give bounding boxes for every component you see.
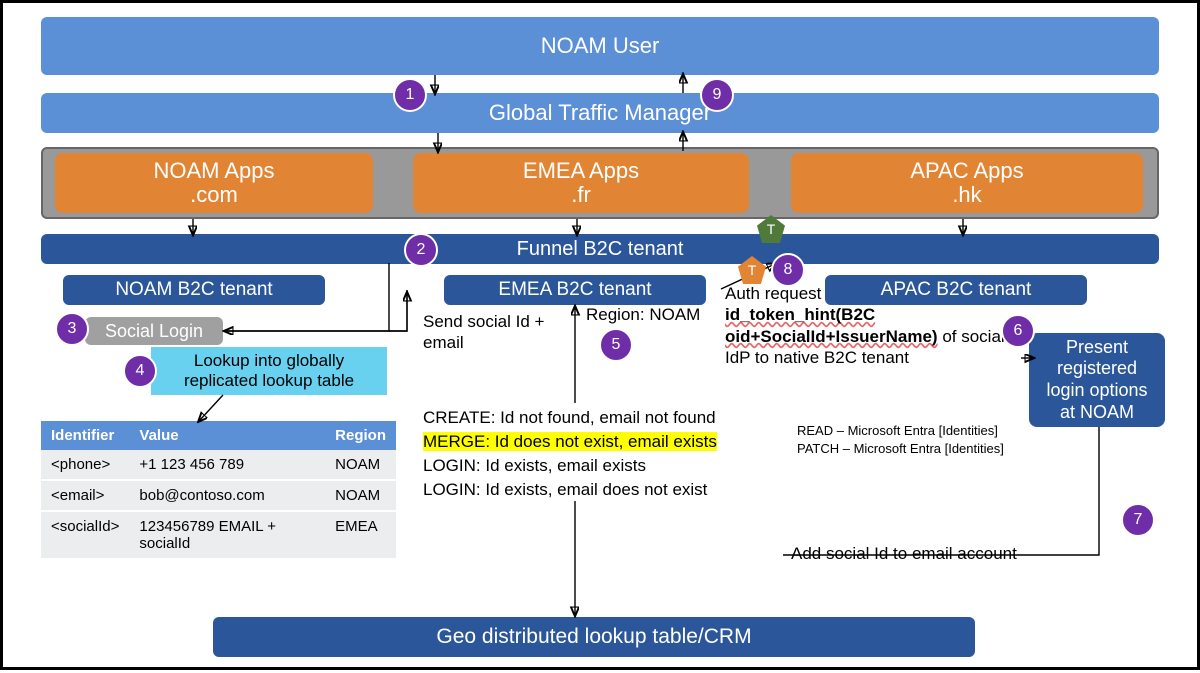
emea-apps: EMEA Apps .fr bbox=[413, 153, 749, 213]
logic-create: CREATE: Id not found, email not found bbox=[423, 407, 716, 428]
apac-apps: APAC Apps .hk bbox=[791, 153, 1143, 213]
emea-apps-l1: EMEA Apps bbox=[523, 159, 639, 183]
auth-request-label: Auth request id_token_hint(B2C oid+Socia… bbox=[725, 283, 1025, 368]
step-8: 8 bbox=[771, 253, 805, 287]
funnel-tenant-bar: Funnel B2C tenant bbox=[41, 234, 1159, 264]
logic-merge: MERGE: Id does not exist, email exists bbox=[423, 431, 717, 452]
table-row: <socialId> 123456789 EMAIL + socialId EM… bbox=[41, 511, 396, 559]
token-pentagon-green: T bbox=[757, 215, 785, 243]
lookup-table: Identifier Value Region <phone> +1 123 4… bbox=[41, 421, 396, 560]
noam-apps-l2: .com bbox=[190, 183, 238, 207]
table-row: <email> bob@contoso.com NOAM bbox=[41, 480, 396, 511]
th-region: Region bbox=[325, 421, 396, 450]
emea-apps-l2: .fr bbox=[571, 183, 591, 207]
noam-apps: NOAM Apps .com bbox=[55, 153, 373, 213]
noam-user-bar: NOAM User bbox=[41, 17, 1159, 75]
step-9: 9 bbox=[700, 78, 734, 112]
th-value: Value bbox=[129, 421, 325, 450]
noam-apps-l1: NOAM Apps bbox=[153, 159, 274, 183]
add-social-label: Add social Id to email account bbox=[791, 543, 1071, 564]
apac-apps-l2: .hk bbox=[952, 183, 981, 207]
step-3: 3 bbox=[55, 312, 89, 346]
table-row: <phone> +1 123 456 789 NOAM bbox=[41, 450, 396, 480]
read-label: READ – Microsoft Entra [Identities] bbox=[797, 423, 1027, 439]
geo-lookup-bar: Geo distributed lookup table/CRM bbox=[213, 617, 975, 657]
noam-tenant: NOAM B2C tenant bbox=[63, 275, 325, 305]
global-traffic-manager-bar: Global Traffic Manager bbox=[41, 93, 1159, 133]
social-login: Social Login bbox=[85, 317, 223, 345]
step-2: 2 bbox=[404, 233, 438, 267]
diagram-canvas: NOAM User Global Traffic Manager NOAM Ap… bbox=[0, 0, 1200, 670]
step-7: 7 bbox=[1121, 503, 1155, 537]
th-identifier: Identifier bbox=[41, 421, 129, 450]
emea-tenant: EMEA B2C tenant bbox=[444, 275, 706, 305]
region-noam-label: Region: NOAM bbox=[586, 304, 726, 325]
step-5: 5 bbox=[599, 328, 633, 362]
patch-label: PATCH – Microsoft Entra [Identities] bbox=[797, 441, 1027, 457]
step-4: 4 bbox=[123, 354, 157, 388]
present-options-box: Present registered login options at NOAM bbox=[1029, 333, 1165, 427]
apac-apps-l1: APAC Apps bbox=[910, 159, 1023, 183]
lookup-note: Lookup into globally replicated lookup t… bbox=[151, 347, 387, 395]
step-1: 1 bbox=[393, 78, 427, 112]
step-6: 6 bbox=[1001, 314, 1035, 348]
send-social-label: Send social Id + email bbox=[423, 311, 583, 354]
logic-login1: LOGIN: Id exists, email exists bbox=[423, 455, 646, 476]
logic-login2: LOGIN: Id exists, email does not exist bbox=[423, 479, 707, 500]
